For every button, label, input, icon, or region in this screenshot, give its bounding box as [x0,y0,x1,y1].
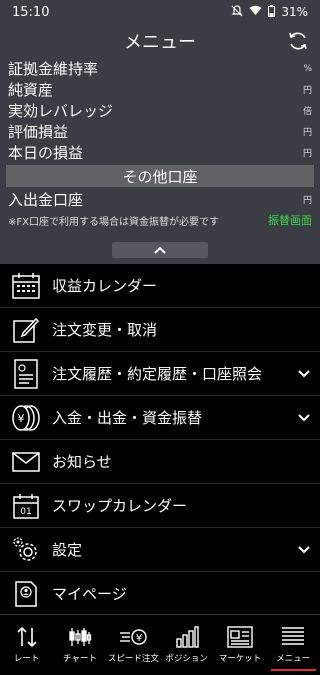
header: メニュー [0,24,320,58]
account-row: 実効レバレッジ 倍 [0,100,320,121]
account-row: 純資産 円 [0,79,320,100]
menu-item-swap-calendar[interactable]: 01 スワップカレンダー [0,484,320,528]
menu-icon [282,627,305,645]
speed-order-icon: ¥ [120,629,148,645]
chart-icon [69,628,92,646]
tab-chart[interactable]: チャート [53,615,106,675]
transfer-note-text: ※FX口座で利用する場合は資金振替が必要です [8,216,219,228]
account-row-label: 純資産 [8,81,54,99]
position-icon [175,626,199,648]
menu-item-notices[interactable]: お知らせ [0,440,320,484]
account-summary: 証拠金維持率 % 純資産 円 実効レバレッジ 倍 評価損益 円 本日の損益 円 … [0,58,320,264]
menu-item-mypage[interactable]: マイページ [0,572,320,616]
menu-item-deposit-withdraw[interactable]: ¥ 入金・出金・資金振替 [0,396,320,440]
account-row-unit: 倍 [302,107,312,117]
account-row: 評価損益 円 [0,121,320,142]
menu-item-label: 注文変更・取消 [52,321,158,339]
chevron-down-icon [288,413,320,423]
tab-market[interactable]: マーケット [213,615,266,675]
transfer-screen-link[interactable]: 振替画面 [268,212,312,228]
account-row-unit: % [303,63,312,74]
tab-label: レート [13,654,40,664]
menu-item-label: 注文履歴・約定履歴・口座照会 [52,365,263,383]
document-icon [0,358,52,389]
tab-label: スピード注文 [107,654,159,664]
account-row: 本日の損益 円 [0,142,320,163]
collapse-button[interactable] [112,242,208,258]
market-icon [227,626,253,648]
refresh-icon[interactable] [286,29,310,53]
account-row-label: 評価損益 [8,123,69,141]
menu-item-label: 収益カレンダー [52,277,158,295]
deposit-account-label: 入出金口座 [8,191,84,209]
tab-label: メニュー [276,654,311,664]
page-title: メニュー [124,32,196,53]
tab-label: マーケット [218,654,262,664]
status-bar: 15:10 31% [0,0,320,24]
tab-label: チャート [63,654,97,664]
bottom-tab-bar: レート チャート ¥ スピード注文 ポジション マーケット メニュー [0,614,320,675]
menu-item-order-modify[interactable]: 注文変更・取消 [0,308,320,352]
battery-percent: 31% [281,5,308,19]
account-row-unit: 円 [302,86,312,96]
menu-item-label: 設定 [52,541,83,559]
tab-label: ポジション [165,654,208,664]
mail-icon [0,451,52,472]
tab-position[interactable]: ポジション [160,615,213,675]
mypage-icon [0,580,52,608]
other-accounts-header: その他口座 [6,165,314,187]
menu-item-label: スワップカレンダー [52,497,188,515]
account-row-unit: 円 [302,149,312,159]
battery-icon [268,4,276,20]
account-row-unit: 円 [302,128,312,138]
gear-icon [0,535,52,565]
calendar-icon [0,272,52,299]
tab-menu[interactable]: メニュー [267,615,320,675]
menu-item-label: マイページ [52,585,127,603]
menu-list: 収益カレンダー 注文変更・取消 注文履歴・約定履歴・口座照会 ¥ 入金・出金・資… [0,264,320,616]
chevron-up-icon [154,246,166,254]
account-row-label: 本日の損益 [8,144,84,162]
svg-text:¥: ¥ [136,633,142,644]
wifi-icon [249,5,262,19]
deposit-account-unit: 円 [302,196,312,206]
account-row-label: 証拠金維持率 [8,60,99,78]
status-time: 15:10 [12,4,50,20]
chevron-down-icon [288,545,320,555]
edit-icon [0,316,52,344]
menu-item-label: 入金・出金・資金振替 [52,409,203,427]
account-row-label: 実効レバレッジ [8,102,114,120]
transfer-note: ※FX口座で利用する場合は資金振替が必要です 振替画面 [0,210,320,230]
swap-calendar-icon: 01 [0,492,52,520]
deposit-account-row: 入出金口座 円 [0,189,320,210]
menu-item-label: お知らせ [52,453,112,471]
menu-item-revenue-calendar[interactable]: 収益カレンダー [0,264,320,308]
account-row: 証拠金維持率 % [0,58,320,79]
coins-icon: ¥ [0,403,52,433]
tab-speed-order[interactable]: ¥ スピード注文 [107,615,160,675]
chevron-down-icon [288,369,320,379]
menu-item-history[interactable]: 注文履歴・約定履歴・口座照会 [0,352,320,396]
menu-item-settings[interactable]: 設定 [0,528,320,572]
svg-text:01: 01 [20,507,31,517]
tab-rate[interactable]: レート [0,615,53,675]
mute-icon [231,4,243,20]
rate-icon [17,626,37,648]
svg-text:¥: ¥ [18,412,25,425]
